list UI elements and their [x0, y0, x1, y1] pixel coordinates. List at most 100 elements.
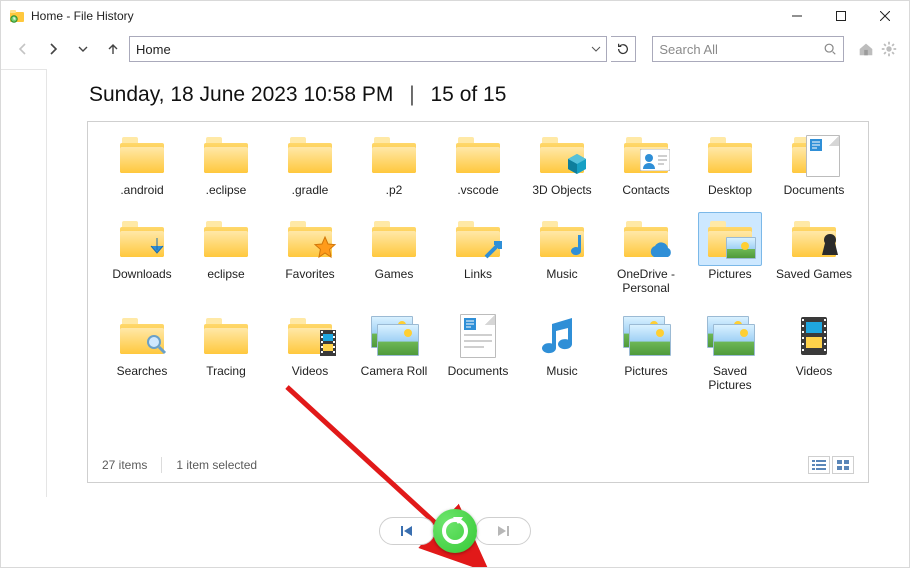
folder-label: .gradle — [292, 184, 329, 198]
version-heading: Sunday, 18 June 2023 10:58 PM | 15 of 15 — [89, 83, 869, 107]
minimize-button[interactable] — [775, 1, 819, 31]
recent-locations-button[interactable] — [71, 37, 95, 61]
search-box[interactable]: Search All — [652, 36, 844, 62]
folder-picture-icon — [698, 212, 762, 266]
folder-doc-icon — [782, 128, 846, 182]
folder-item[interactable]: Documents — [438, 309, 518, 393]
folder-music-icon — [530, 212, 594, 266]
search-icon — [823, 42, 837, 56]
folder-cloud-icon — [614, 212, 678, 266]
restore-button[interactable] — [433, 509, 477, 553]
folder-item[interactable]: eclipse — [186, 212, 266, 296]
close-button[interactable] — [863, 1, 907, 31]
folder-item[interactable]: Tracing — [186, 309, 266, 393]
folder-item[interactable]: Saved Games — [774, 212, 854, 296]
view-details-button[interactable] — [808, 456, 830, 474]
lib-pic-icon — [362, 309, 426, 363]
settings-icon[interactable] — [879, 39, 899, 59]
folder-label: .p2 — [386, 184, 403, 198]
address-bar[interactable]: Home — [129, 36, 607, 62]
folder-label: Camera Roll — [361, 365, 428, 379]
view-icons-button[interactable] — [832, 456, 854, 474]
folder-item[interactable]: Music — [522, 309, 602, 393]
folder-download-icon — [110, 212, 174, 266]
folder-label: Tracing — [206, 365, 246, 379]
folder-item[interactable]: Favorites — [270, 212, 350, 296]
folder-item[interactable]: 3D Objects — [522, 128, 602, 198]
folder-contacts-icon — [614, 128, 678, 182]
folder-item[interactable]: .gradle — [270, 128, 350, 198]
folder-label: Music — [546, 365, 577, 379]
folder-view[interactable]: .android .eclipse .gradle .p2 .vscode 3D Obj… — [87, 121, 869, 483]
lib-video-icon — [782, 309, 846, 363]
lib-doc-icon — [446, 309, 510, 363]
folder-label: .android — [120, 184, 163, 198]
folder-item[interactable]: Downloads — [102, 212, 182, 296]
folder-item[interactable]: .vscode — [438, 128, 518, 198]
folder-label: Favorites — [285, 268, 334, 282]
folder-item[interactable]: OneDrive - Personal — [606, 212, 686, 296]
folder-label: Desktop — [708, 184, 752, 198]
next-version-button[interactable] — [475, 517, 531, 545]
previous-version-button[interactable] — [379, 517, 435, 545]
folder-label: Games — [375, 268, 414, 282]
selection-count: 1 item selected — [176, 458, 257, 472]
folder-icon — [362, 212, 426, 266]
folder-label: Documents — [448, 365, 509, 379]
folder-item[interactable]: Contacts — [606, 128, 686, 198]
folder-item[interactable]: Games — [354, 212, 434, 296]
folder-icon — [194, 128, 258, 182]
folder-item[interactable]: Searches — [102, 309, 182, 393]
folder-item[interactable]: Links — [438, 212, 518, 296]
folder-item[interactable]: .eclipse — [186, 128, 266, 198]
folder-3d-icon — [530, 128, 594, 182]
folder-search-icon — [110, 309, 174, 363]
folder-label: Pictures — [624, 365, 667, 379]
search-placeholder: Search All — [659, 42, 718, 57]
refresh-button[interactable] — [611, 36, 636, 62]
folder-label: .vscode — [457, 184, 498, 198]
navigation-pane[interactable] — [1, 69, 47, 497]
address-dropdown[interactable] — [586, 37, 606, 61]
item-count: 27 items — [102, 458, 147, 472]
folder-star-icon — [278, 212, 342, 266]
forward-button[interactable] — [41, 37, 65, 61]
folder-item[interactable]: Camera Roll — [354, 309, 434, 393]
folder-label: Documents — [784, 184, 845, 198]
folder-video-icon — [278, 309, 342, 363]
folder-item[interactable]: Desktop — [690, 128, 770, 198]
window-title: Home - File History — [31, 9, 134, 23]
folder-item[interactable]: Documents — [774, 128, 854, 198]
folder-item[interactable]: Pictures — [690, 212, 770, 296]
folder-item[interactable]: Videos — [774, 309, 854, 393]
app-icon — [9, 8, 25, 24]
home-icon[interactable] — [856, 39, 876, 59]
folder-item[interactable]: Pictures — [606, 309, 686, 393]
folder-link-icon — [446, 212, 510, 266]
folder-label: Pictures — [708, 268, 751, 282]
lib-pic-icon — [698, 309, 762, 363]
folder-item[interactable]: Videos — [270, 309, 350, 393]
file-history-window: Home - File History Home Search All — [0, 0, 910, 568]
folder-label: 3D Objects — [532, 184, 591, 198]
folder-item[interactable]: Music — [522, 212, 602, 296]
folder-icon — [362, 128, 426, 182]
folder-label: Contacts — [622, 184, 669, 198]
address-text[interactable]: Home — [130, 37, 586, 61]
back-button[interactable] — [11, 37, 35, 61]
folder-item[interactable]: .p2 — [354, 128, 434, 198]
maximize-button[interactable] — [819, 1, 863, 31]
up-button[interactable] — [101, 37, 125, 61]
history-controls — [1, 507, 909, 555]
folder-label: Videos — [796, 365, 832, 379]
folder-icon — [194, 309, 258, 363]
folder-icon — [278, 128, 342, 182]
lib-music-icon — [530, 309, 594, 363]
folder-icon — [698, 128, 762, 182]
folder-icon — [110, 128, 174, 182]
version-timestamp: Sunday, 18 June 2023 10:58 PM — [89, 83, 393, 106]
folder-item[interactable]: .android — [102, 128, 182, 198]
folder-icon — [194, 212, 258, 266]
folder-item[interactable]: Saved Pictures — [690, 309, 770, 393]
folder-label: Links — [464, 268, 492, 282]
